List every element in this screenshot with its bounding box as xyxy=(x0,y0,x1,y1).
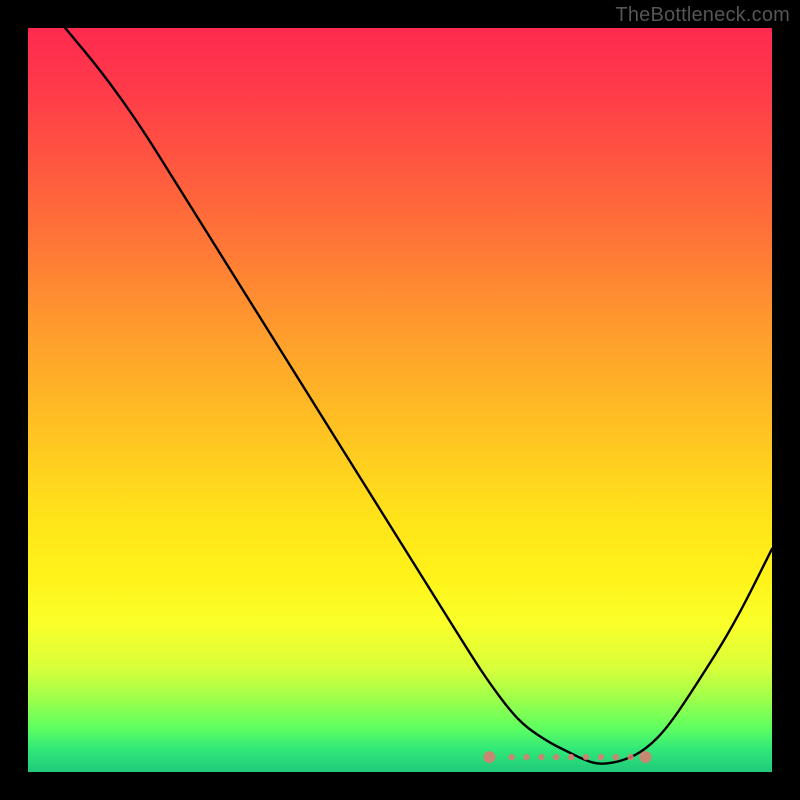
flat-marker xyxy=(640,751,652,763)
flat-marker xyxy=(508,754,514,760)
flat-segment-markers xyxy=(483,751,651,763)
bottleneck-curve xyxy=(65,28,772,764)
chart-frame: TheBottleneck.com xyxy=(0,0,800,800)
watermark-text: TheBottleneck.com xyxy=(615,4,790,27)
flat-marker xyxy=(613,754,619,760)
chart-gradient-area xyxy=(28,28,772,772)
flat-marker xyxy=(483,751,495,763)
flat-marker xyxy=(538,754,544,760)
flat-marker xyxy=(627,754,633,760)
flat-marker xyxy=(583,754,589,760)
flat-marker xyxy=(598,754,604,760)
flat-marker xyxy=(523,754,529,760)
flat-marker xyxy=(568,754,574,760)
flat-marker xyxy=(553,754,559,760)
chart-svg xyxy=(28,28,772,772)
